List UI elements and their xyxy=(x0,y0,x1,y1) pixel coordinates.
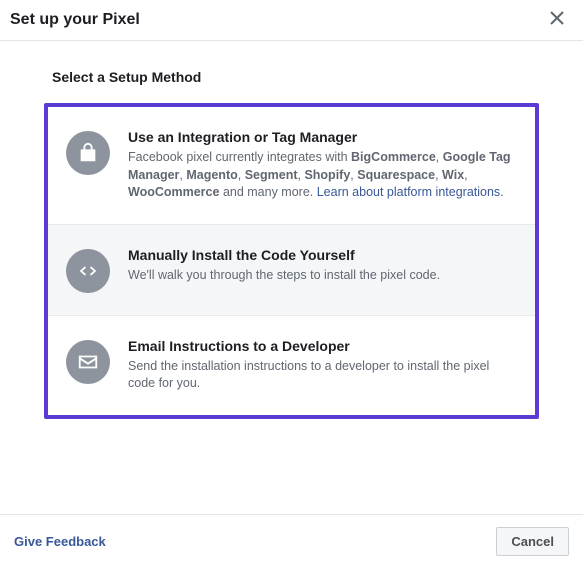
section-title: Select a Setup Method xyxy=(44,69,539,85)
close-button[interactable] xyxy=(547,10,567,30)
give-feedback-link[interactable]: Give Feedback xyxy=(14,534,106,549)
learn-integrations-link[interactable]: Learn about platform integrations. xyxy=(317,185,504,199)
option-title: Manually Install the Code Yourself xyxy=(128,247,515,263)
dialog-header: Set up your Pixel xyxy=(0,0,583,41)
option-desc: Facebook pixel currently integrates with… xyxy=(128,149,515,202)
setup-pixel-dialog: Set up your Pixel Select a Setup Method … xyxy=(0,0,583,568)
cancel-button[interactable]: Cancel xyxy=(496,527,569,556)
code-icon xyxy=(66,249,110,293)
mail-icon xyxy=(66,340,110,384)
option-content: Use an Integration or Tag Manager Facebo… xyxy=(128,129,515,202)
close-icon xyxy=(550,11,564,30)
bag-icon xyxy=(66,131,110,175)
option-title: Email Instructions to a Developer xyxy=(128,338,515,354)
option-email[interactable]: Email Instructions to a Developer Send t… xyxy=(48,315,535,415)
dialog-footer: Give Feedback Cancel xyxy=(0,514,583,568)
option-desc: We'll walk you through the steps to inst… xyxy=(128,267,515,285)
setup-options: Use an Integration or Tag Manager Facebo… xyxy=(44,103,539,419)
option-integration[interactable]: Use an Integration or Tag Manager Facebo… xyxy=(48,107,535,224)
option-title: Use an Integration or Tag Manager xyxy=(128,129,515,145)
option-content: Email Instructions to a Developer Send t… xyxy=(128,338,515,393)
option-content: Manually Install the Code Yourself We'll… xyxy=(128,247,515,285)
dialog-title: Set up your Pixel xyxy=(10,11,140,29)
dialog-body: Select a Setup Method Use an Integration… xyxy=(0,41,583,514)
option-desc: Send the installation instructions to a … xyxy=(128,358,515,393)
option-manual[interactable]: Manually Install the Code Yourself We'll… xyxy=(48,224,535,315)
